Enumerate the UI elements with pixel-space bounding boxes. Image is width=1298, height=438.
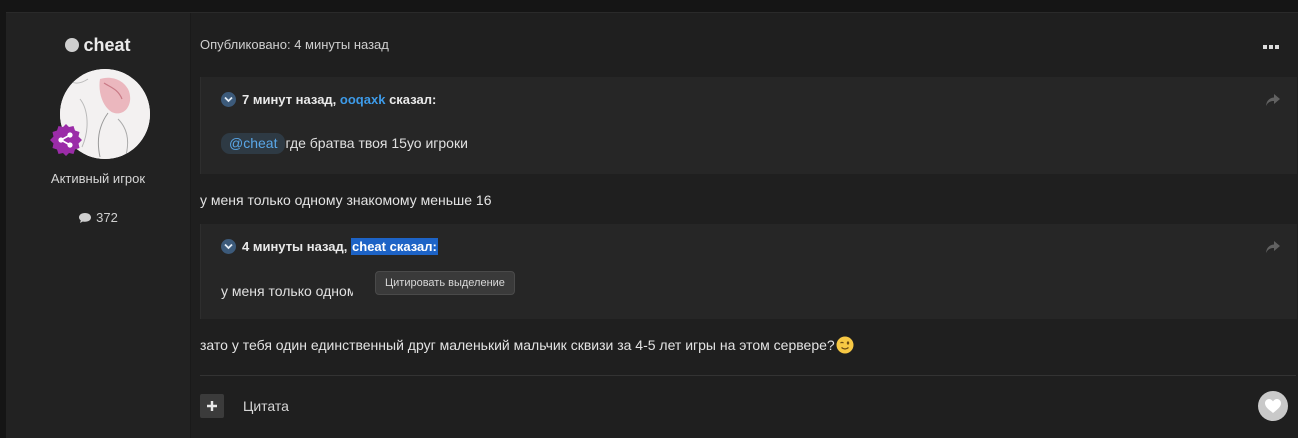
post-meta[interactable]: Опубликовано: 4 минуты назад xyxy=(200,37,389,52)
quote-time[interactable]: 7 минут назад, xyxy=(242,92,336,107)
reply-text: у меня только одному знакомому меньше 16 xyxy=(200,192,492,208)
quote-body: @cheat где братва твоя 15уо игроки xyxy=(221,133,468,154)
quote-text-start: у меня только одном xyxy=(221,283,357,299)
quote-user-link[interactable]: ooqaxk xyxy=(340,92,386,107)
author-name-text[interactable]: cheat xyxy=(83,35,130,55)
share-arrow-icon[interactable] xyxy=(1265,93,1281,110)
ellipsis-icon xyxy=(1263,45,1279,49)
plus-icon xyxy=(207,401,217,411)
post-count-value: 372 xyxy=(96,210,118,225)
share-arrow-icon[interactable] xyxy=(1265,240,1281,257)
user-mention[interactable]: @cheat xyxy=(221,133,286,154)
quote-block: 7 минут назад, ooqaxk сказал: @cheat где … xyxy=(200,77,1297,174)
status-dot-icon xyxy=(65,38,80,52)
chevron-down-icon[interactable] xyxy=(221,92,236,107)
multi-quote-button[interactable] xyxy=(200,394,224,418)
rank-badge xyxy=(48,123,84,159)
quote-header: 7 минут назад, ooqaxk сказал: xyxy=(221,92,436,107)
reply-text-content: зато у тебя один единственный друг мален… xyxy=(200,337,835,353)
quote-selection-tooltip[interactable]: Цитировать выделение xyxy=(375,271,515,295)
more-options-button[interactable] xyxy=(1262,39,1282,49)
quote-block: 4 минуты назад, cheat сказал: у меня тол… xyxy=(200,224,1297,319)
forum-post: cheat Активный игрок 372 Опубликовано: 4… xyxy=(6,12,1298,438)
top-strip xyxy=(0,0,1298,12)
quote-said: сказал: xyxy=(389,92,437,107)
divider xyxy=(200,375,1296,376)
quote-button[interactable]: Цитата xyxy=(243,398,289,414)
speech-bubble-icon xyxy=(79,213,92,223)
quote-header: 4 минуты назад, cheat сказал: xyxy=(221,238,438,255)
author-name[interactable]: cheat xyxy=(6,35,190,56)
author-panel: cheat Активный игрок 372 xyxy=(6,13,191,438)
like-button[interactable] xyxy=(1258,391,1288,421)
post-count: 372 xyxy=(6,210,190,225)
selected-quote-user[interactable]: cheat сказал: xyxy=(351,238,438,255)
heart-icon xyxy=(1265,399,1281,413)
reply-text: зато у тебя один единственный друг мален… xyxy=(200,336,854,354)
quote-time[interactable]: 4 минуты назад, xyxy=(242,239,347,254)
winking-face-icon xyxy=(836,336,854,354)
rank-title: Активный игрок xyxy=(50,171,146,186)
chevron-down-icon[interactable] xyxy=(221,239,236,254)
quote-text: где братва твоя 15уо игроки xyxy=(285,135,468,151)
share-nodes-icon xyxy=(50,124,82,156)
